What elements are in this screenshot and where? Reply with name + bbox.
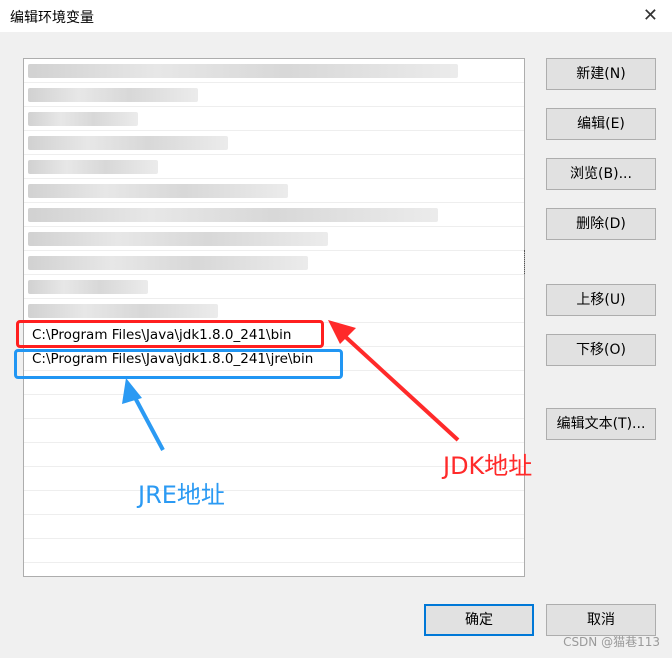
move-down-button[interactable]: 下移(O) <box>546 334 656 366</box>
list-item[interactable] <box>24 491 524 515</box>
list-item[interactable] <box>24 107 524 131</box>
list-item[interactable] <box>24 83 524 107</box>
delete-button[interactable]: 删除(D) <box>546 208 656 240</box>
ok-button[interactable]: 确定 <box>424 604 534 636</box>
title-bar: 编辑环境变量 ✕ <box>0 0 672 32</box>
jre-annotation-label: JRE地址 <box>138 481 225 509</box>
jdk-highlight-box <box>16 320 324 348</box>
edit-text-button[interactable]: 编辑文本(T)... <box>546 408 656 440</box>
list-item[interactable] <box>24 515 524 539</box>
cancel-button[interactable]: 取消 <box>546 604 656 636</box>
watermark: CSDN @猫巷113 <box>563 635 660 649</box>
jre-highlight-box <box>14 349 343 379</box>
new-button[interactable]: 新建(N) <box>546 58 656 90</box>
list-item[interactable] <box>24 251 524 275</box>
window-title: 编辑环境变量 <box>10 10 94 26</box>
path-list[interactable]: C:\Program Files\Java\jdk1.8.0_241\bin C… <box>23 58 525 577</box>
move-up-button[interactable]: 上移(U) <box>546 284 656 316</box>
list-item[interactable] <box>24 275 524 299</box>
list-item[interactable] <box>24 419 524 443</box>
list-item[interactable] <box>24 59 524 83</box>
close-icon[interactable]: ✕ <box>643 5 658 26</box>
list-item[interactable] <box>24 395 524 419</box>
list-item[interactable] <box>24 155 524 179</box>
jdk-annotation-label: JDK地址 <box>443 452 533 480</box>
edit-button[interactable]: 编辑(E) <box>546 108 656 140</box>
focus-indicator <box>524 250 525 274</box>
list-item[interactable] <box>24 179 524 203</box>
list-item[interactable] <box>24 203 524 227</box>
list-item[interactable] <box>24 539 524 563</box>
browse-button[interactable]: 浏览(B)... <box>546 158 656 190</box>
list-item[interactable] <box>24 131 524 155</box>
list-item[interactable] <box>24 227 524 251</box>
